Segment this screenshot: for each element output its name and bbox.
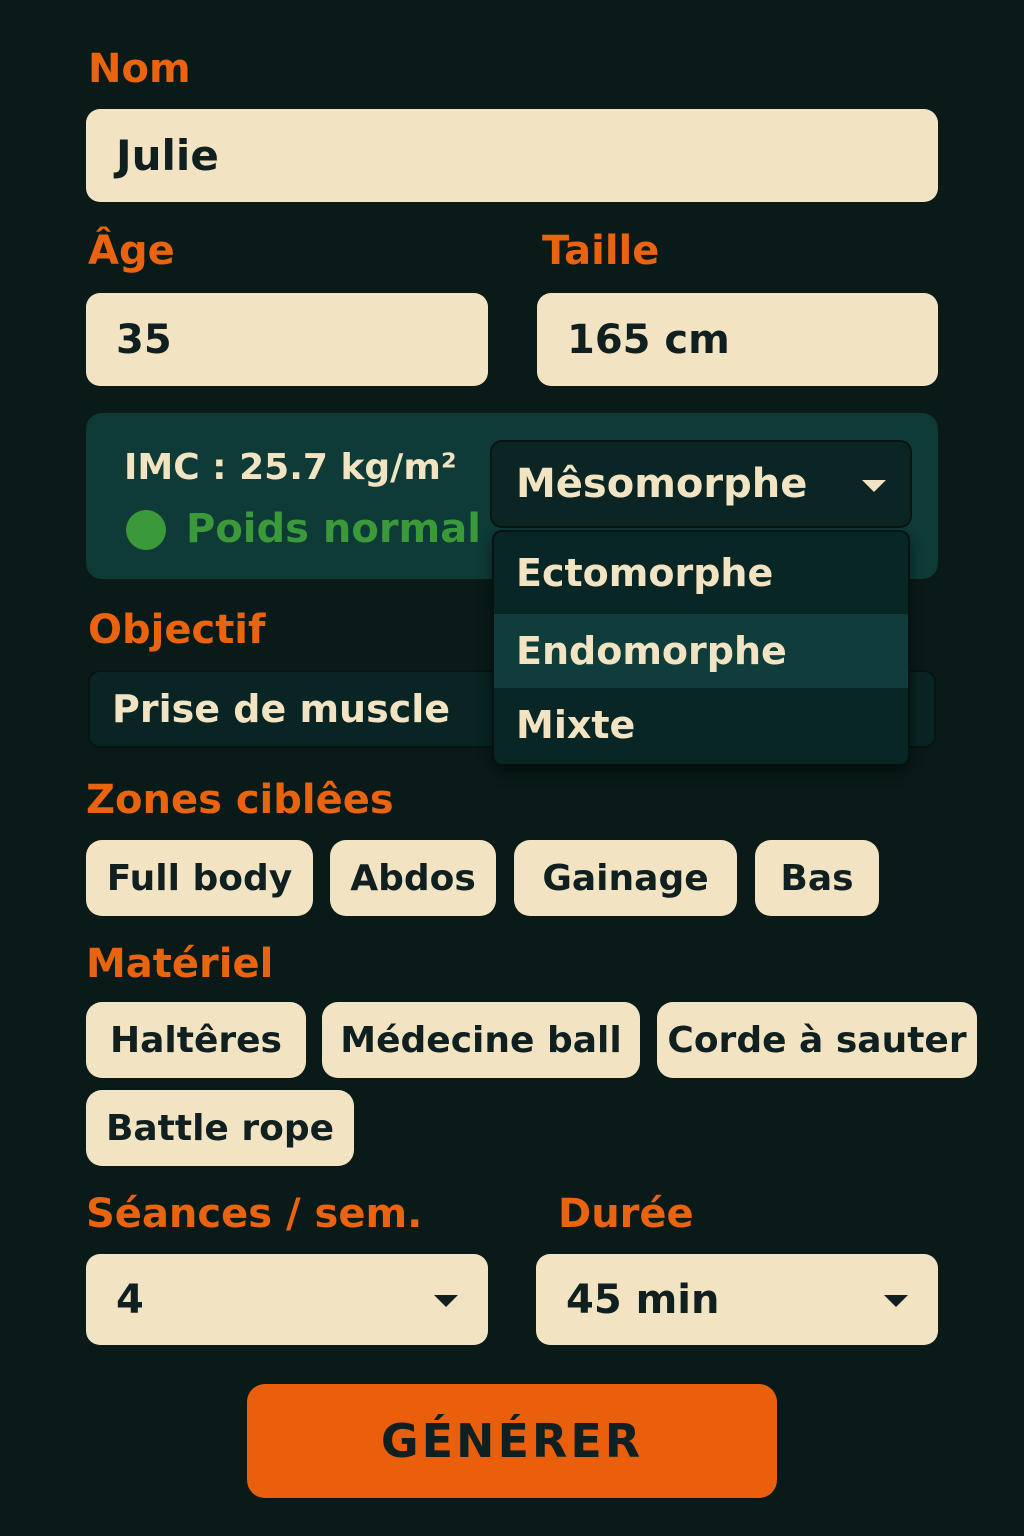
morphotype-selected: Mêsomorphe bbox=[516, 461, 808, 507]
age-label: Âge bbox=[88, 228, 175, 274]
height-label: Taille bbox=[542, 228, 660, 274]
zones-label: Zones ciblêes bbox=[86, 777, 394, 823]
name-input[interactable]: Julie bbox=[86, 109, 938, 202]
zone-chip-bas[interactable]: Bas bbox=[755, 840, 879, 916]
equipment-chip-corde-a-sauter[interactable]: Corde à sauter bbox=[657, 1002, 977, 1078]
goal-label: Objectif bbox=[88, 607, 266, 653]
generate-button[interactable]: GÉNÉRER bbox=[247, 1384, 777, 1498]
zone-chip-full-body[interactable]: Full body bbox=[86, 840, 313, 916]
duration-value: 45 min bbox=[566, 1276, 720, 1323]
sessions-label: Séances / sem. bbox=[86, 1191, 423, 1237]
bmi-status: Poids normal bbox=[186, 506, 481, 552]
height-input[interactable]: 165 cm bbox=[537, 293, 938, 386]
dropdown-option-mixte[interactable]: Mixte bbox=[494, 688, 908, 762]
duration-select[interactable]: 45 min bbox=[536, 1254, 938, 1345]
age-input[interactable]: 35 bbox=[86, 293, 488, 386]
zone-chip-abdos[interactable]: Abdos bbox=[330, 840, 496, 916]
name-label: Nom bbox=[88, 46, 191, 92]
duration-label: Durée bbox=[558, 1191, 694, 1237]
sessions-select[interactable]: 4 bbox=[86, 1254, 488, 1345]
sessions-value: 4 bbox=[116, 1276, 144, 1323]
equipment-chip-halteres[interactable]: Haltêres bbox=[86, 1002, 306, 1078]
dropdown-option-endomorphe[interactable]: Endomorphe bbox=[494, 614, 908, 688]
dropdown-option-ectomorphe[interactable]: Ectomorphe bbox=[494, 532, 908, 614]
chevron-down-icon bbox=[884, 1294, 908, 1307]
morphotype-select[interactable]: Mêsomorphe bbox=[490, 440, 912, 528]
bmi-value: IMC : 25.7 kg/m² bbox=[124, 447, 457, 488]
goal-value: Prise de muscle bbox=[112, 687, 451, 731]
chevron-down-icon bbox=[434, 1294, 458, 1307]
equipment-label: Matériel bbox=[86, 941, 274, 987]
zone-chip-gainage[interactable]: Gainage bbox=[514, 840, 737, 916]
morphotype-dropdown-menu: Ectomorphe Endomorphe Mixte bbox=[492, 530, 910, 766]
chevron-down-icon bbox=[862, 480, 886, 492]
equipment-chip-battle-rope[interactable]: Battle rope bbox=[86, 1090, 354, 1166]
equipment-chip-medecine-ball[interactable]: Médecine ball bbox=[322, 1002, 640, 1078]
status-dot-icon bbox=[126, 510, 166, 550]
